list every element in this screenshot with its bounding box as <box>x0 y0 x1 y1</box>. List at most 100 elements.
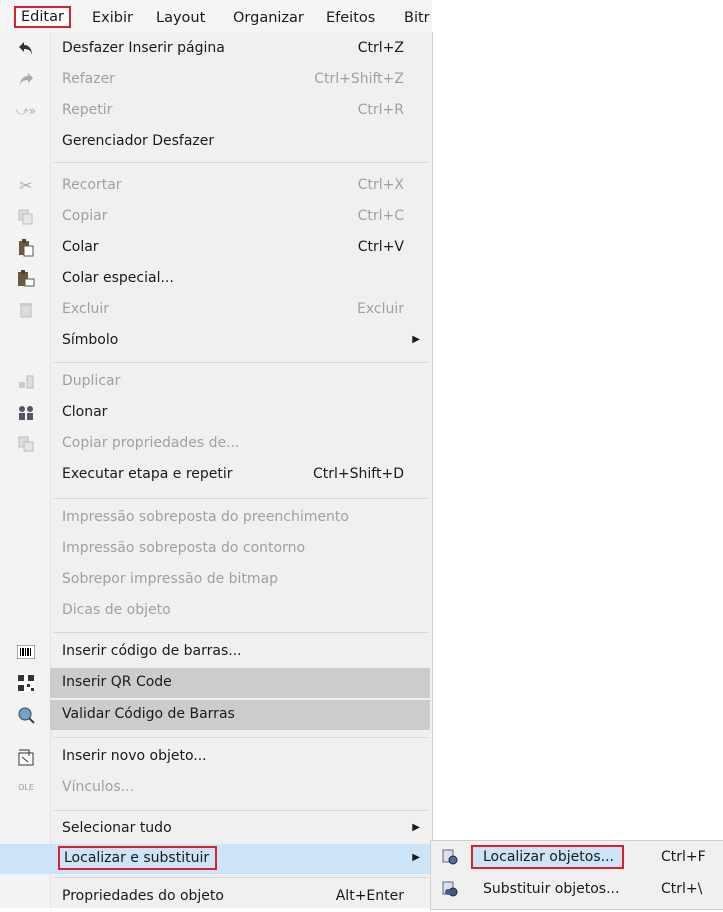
shortcut: Excluir <box>357 301 404 317</box>
shortcut: Ctrl+V <box>357 239 404 255</box>
menu-item-label: Copiar <box>62 208 108 224</box>
menu-item-symbol[interactable]: Símbolo ▶ <box>0 326 432 356</box>
undo-icon <box>16 39 36 59</box>
paste-special-icon <box>16 269 36 289</box>
trash-icon <box>16 300 36 320</box>
menu-item-undo[interactable]: Desfazer Inserir página Ctrl+Z <box>0 34 432 64</box>
separator <box>54 162 428 163</box>
insert-object-icon <box>16 747 36 767</box>
menu-layout[interactable]: Layout <box>156 10 205 26</box>
edit-menu-dropdown: Desfazer Inserir página Ctrl+Z Refazer C… <box>0 32 433 908</box>
menu-item-label: Colar especial... <box>62 270 174 286</box>
separator <box>54 362 428 363</box>
ole-icon: OLE <box>18 783 34 792</box>
menu-item-label: Inserir código de barras... <box>62 643 242 659</box>
shortcut: Ctrl+F <box>661 849 706 865</box>
find-objects-icon <box>441 848 461 868</box>
clone-icon <box>16 403 36 423</box>
menu-item-undo-manager[interactable]: Gerenciador Desfazer <box>0 127 432 157</box>
menu-item-clone[interactable]: Clonar <box>0 398 432 428</box>
menu-item-label: Duplicar <box>62 373 121 389</box>
menu-item-label: Dicas de objeto <box>62 602 171 618</box>
magnifier-icon <box>16 705 36 725</box>
menu-item-overprint-bitmap[interactable]: Sobrepor impressão de bitmap <box>0 565 432 595</box>
menu-exibir[interactable]: Exibir <box>92 10 133 26</box>
barcode-icon <box>16 642 36 662</box>
paste-icon <box>16 238 36 258</box>
menu-item-paste-special[interactable]: Colar especial... <box>0 264 432 294</box>
menu-item-insert-qr[interactable]: Inserir QR Code <box>17 668 430 698</box>
shortcut: Ctrl+X <box>357 177 404 193</box>
menu-item-label: Clonar <box>62 404 108 420</box>
menu-item-step-repeat[interactable]: Executar etapa e repetir Ctrl+Shift+D <box>0 460 432 490</box>
submenu-arrow-icon: ▶ <box>412 852 420 863</box>
menu-item-overprint-fill[interactable]: Impressão sobreposta do preenchimento <box>0 503 432 533</box>
separator <box>54 877 428 878</box>
shortcut: Ctrl+\ <box>661 881 703 897</box>
copy-icon <box>16 207 36 227</box>
separator <box>54 632 428 633</box>
menu-item-label: Colar <box>62 239 99 255</box>
menu-item-label: Localizar objetos... <box>471 845 624 869</box>
repeat-icon: ⤻» <box>15 104 37 118</box>
duplicate-icon <box>16 372 36 392</box>
menu-item-cut[interactable]: ✂ Recortar Ctrl+X <box>0 171 432 201</box>
menu-item-label: Recortar <box>62 177 122 193</box>
menu-item-label: Desfazer Inserir página <box>62 40 225 56</box>
menu-item-label: Gerenciador Desfazer <box>62 133 215 149</box>
menu-item-label: Impressão sobreposta do preenchimento <box>62 509 349 525</box>
menu-item-find-replace[interactable]: Localizar e substituir ▶ <box>0 844 432 874</box>
shortcut: Ctrl+Shift+Z <box>314 71 404 87</box>
shortcut: Ctrl+R <box>357 102 404 118</box>
menu-item-insert-barcode[interactable]: Inserir código de barras... <box>0 637 432 667</box>
menu-item-label: Excluir <box>62 301 109 317</box>
menu-item-copy-properties[interactable]: Copiar propriedades de... <box>0 429 432 459</box>
shortcut: Ctrl+Z <box>357 40 404 56</box>
menu-item-label: Executar etapa e repetir <box>62 466 233 482</box>
menu-item-label: Símbolo <box>62 332 119 348</box>
menu-item-paste[interactable]: Colar Ctrl+V <box>0 233 432 263</box>
menu-item-copy[interactable]: Copiar Ctrl+C <box>0 202 432 232</box>
menu-item-label: Localizar e substituir <box>58 846 218 870</box>
qr-code-icon <box>16 673 36 693</box>
menu-item-links[interactable]: OLE Vínculos... <box>0 773 432 803</box>
submenu-item-replace-objects[interactable]: Substituir objetos... Ctrl+\ <box>431 875 723 905</box>
menu-item-label: Selecionar tudo <box>62 820 172 836</box>
menu-item-overprint-outline[interactable]: Impressão sobreposta do contorno <box>0 534 432 564</box>
menu-item-label: Propriedades do objeto <box>62 888 224 904</box>
menu-item-delete[interactable]: Excluir Excluir <box>0 295 432 325</box>
submenu-arrow-icon: ▶ <box>412 822 420 833</box>
redo-icon <box>16 70 36 90</box>
menu-item-label: Substituir objetos... <box>483 881 620 897</box>
menu-item-object-hints[interactable]: Dicas de objeto <box>0 596 432 626</box>
menu-item-repeat[interactable]: ⤻» Repetir Ctrl+R <box>0 96 432 126</box>
menu-efeitos[interactable]: Efeitos <box>326 10 375 26</box>
submenu-item-find-objects[interactable]: Localizar objetos... Ctrl+F <box>431 843 723 873</box>
menu-item-validate-barcode[interactable]: Validar Código de Barras <box>18 700 430 730</box>
menu-item-label: Refazer <box>62 71 115 87</box>
replace-objects-icon <box>441 880 461 900</box>
find-replace-submenu: Localizar objetos... Ctrl+F Substituir o… <box>430 840 723 910</box>
shortcut: Ctrl+Shift+D <box>313 466 404 482</box>
menu-item-label: Copiar propriedades de... <box>62 435 240 451</box>
menu-item-label: Validar Código de Barras <box>62 706 235 722</box>
menu-editar[interactable]: Editar <box>14 6 71 28</box>
menu-item-insert-new-object[interactable]: Inserir novo objeto... <box>0 742 432 772</box>
shortcut: Ctrl+C <box>357 208 404 224</box>
separator <box>54 498 428 499</box>
menu-item-duplicate[interactable]: Duplicar <box>0 367 432 397</box>
copy-properties-icon <box>16 434 36 454</box>
menu-item-label: Sobrepor impressão de bitmap <box>62 571 279 587</box>
menu-item-select-all[interactable]: Selecionar tudo ▶ <box>0 814 432 844</box>
separator <box>54 810 428 811</box>
menu-item-label: Inserir QR Code <box>62 674 172 690</box>
menu-organizar[interactable]: Organizar <box>233 10 304 26</box>
scissors-icon: ✂ <box>19 176 33 195</box>
shortcut: Alt+Enter <box>335 888 404 904</box>
menu-item-label: Repetir <box>62 102 113 118</box>
menu-bitmaps[interactable]: Bitr <box>404 10 430 26</box>
submenu-arrow-icon: ▶ <box>412 334 420 345</box>
menu-item-label: Impressão sobreposta do contorno <box>62 540 306 556</box>
separator <box>54 737 428 738</box>
menu-item-redo[interactable]: Refazer Ctrl+Shift+Z <box>0 65 432 95</box>
